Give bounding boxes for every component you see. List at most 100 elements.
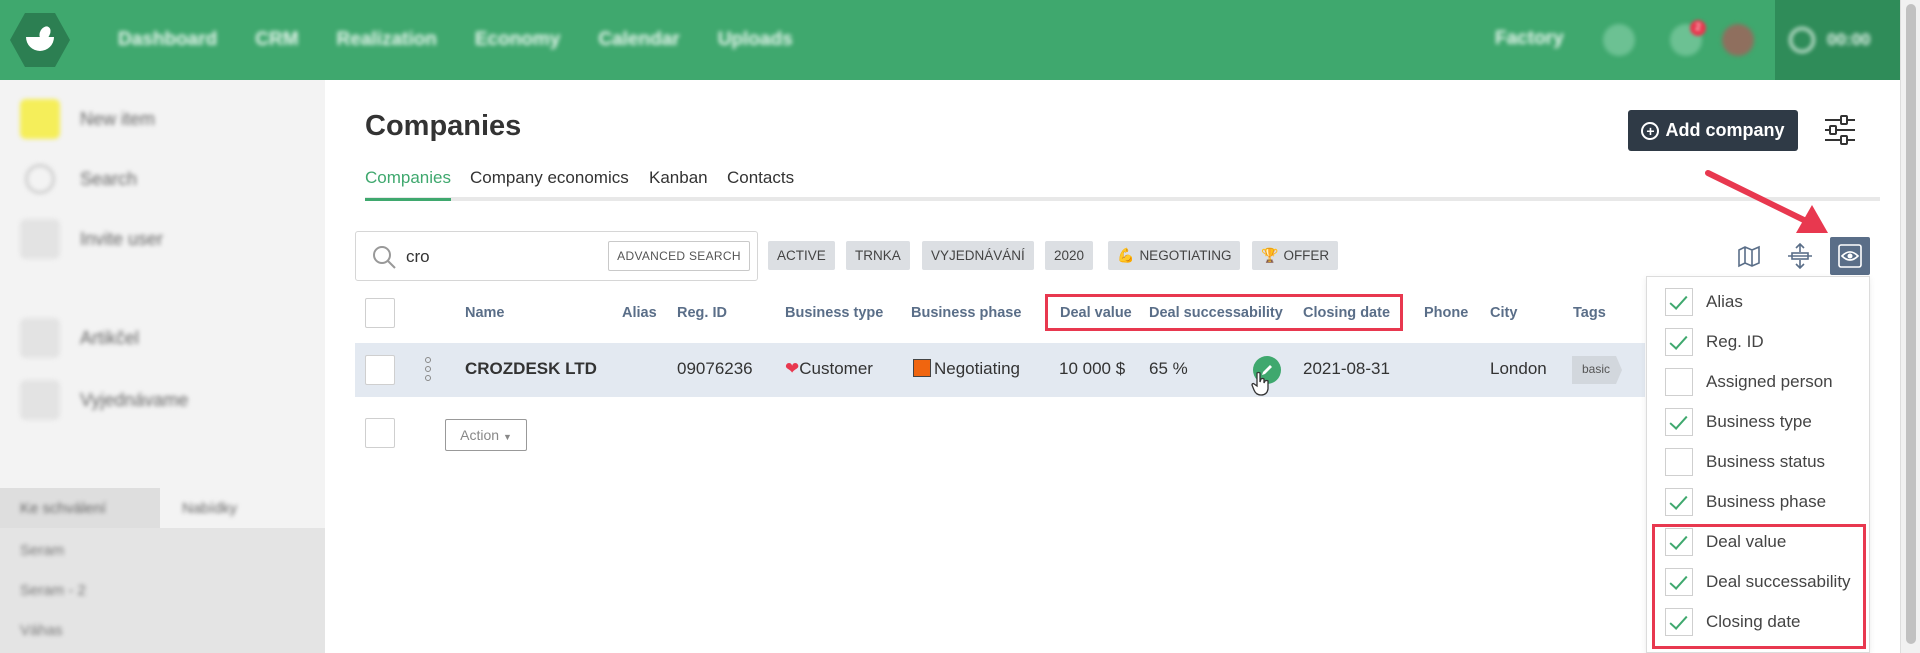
main-nav: Dashboard CRM Realization Economy Calend…: [118, 0, 793, 80]
annotation-arrow: [1705, 170, 1828, 233]
column-header-business-phase[interactable]: Business phase: [911, 305, 1021, 321]
sidebar-item-label: Artikčel: [80, 327, 140, 348]
checkmark-icon: [1669, 491, 1688, 510]
column-toggle-label: Business status: [1706, 452, 1826, 471]
filter-chip-negotiating[interactable]: 💪 NEGOTIATING: [1108, 241, 1241, 270]
filter-chip-vyjednavani[interactable]: VYJEDNÁVÁNÍ: [922, 241, 1034, 270]
table-row[interactable]: CROZDESK LTD 09076236 ❤Customer Negotiat…: [355, 343, 1645, 397]
timer-box[interactable]: 00:00: [1775, 0, 1900, 80]
select-all-checkbox[interactable]: [365, 298, 395, 328]
factory-selector[interactable]: Factory: [1495, 28, 1564, 50]
column-header-alias[interactable]: Alias: [622, 305, 657, 321]
column-header-tags[interactable]: Tags: [1573, 305, 1606, 321]
cell-business-type: ❤Customer: [785, 359, 873, 379]
list-item[interactable]: Seram - 2: [20, 582, 86, 599]
page-scrollbar[interactable]: [1900, 0, 1920, 653]
sidebar-item-new[interactable]: New item: [20, 99, 155, 139]
sidebar-item-vyjednavame[interactable]: Vyjednávame: [20, 380, 188, 420]
eye-icon: [1838, 244, 1862, 268]
map-icon[interactable]: [1730, 237, 1770, 275]
add-company-button[interactable]: + Add company: [1628, 110, 1798, 151]
checkmark-icon: [1669, 291, 1688, 310]
cell-reg-id: 09076236: [677, 359, 753, 378]
avatar[interactable]: [1722, 24, 1754, 56]
row-menu-icon[interactable]: [425, 357, 431, 381]
globe-icon[interactable]: [1603, 24, 1635, 56]
highlight-header-columns: [1045, 294, 1403, 331]
logo-bowl-icon: [26, 37, 54, 51]
plus-circle-icon: +: [1641, 121, 1660, 140]
sidebar: New item Search Invite user Artikčel Vyj…: [0, 80, 325, 653]
column-visibility-button[interactable]: [1830, 237, 1870, 275]
tab-company-economics[interactable]: Company economics: [470, 168, 629, 201]
top-navbar: Dashboard CRM Realization Economy Calend…: [0, 0, 1900, 80]
nav-economy[interactable]: Economy: [475, 29, 561, 51]
column-toggle-business-type[interactable]: Business type: [1665, 407, 1812, 437]
row-checkbox[interactable]: [365, 355, 395, 385]
column-toggle-label: Alias: [1706, 292, 1743, 311]
phase-color-swatch: [913, 359, 931, 377]
heart-icon: ❤: [785, 359, 800, 378]
column-toggle-business-status[interactable]: Business status: [1665, 447, 1825, 477]
column-toggle-business-phase[interactable]: Business phase: [1665, 487, 1826, 517]
section-tabs: Companies Company economics Kanban Conta…: [365, 168, 1880, 201]
row-height-icon[interactable]: [1780, 237, 1820, 275]
column-toggle-assigned-person[interactable]: Assigned person: [1665, 367, 1833, 397]
filter-chip-offer[interactable]: 🏆 OFFER: [1252, 241, 1339, 270]
filter-chip-active[interactable]: ACTIVE: [768, 241, 835, 270]
sidebar-lower-list: Seram Seram - 2 Váhas: [0, 528, 325, 653]
column-toggle-label: Assigned person: [1706, 372, 1833, 391]
chip-label: ACTIVE: [777, 248, 826, 263]
column-checkbox[interactable]: [1665, 408, 1693, 436]
hand-cursor-icon: [1251, 371, 1269, 396]
cell-closing-date: 2021-08-31: [1303, 359, 1390, 378]
column-toggle-alias[interactable]: Alias: [1665, 287, 1743, 317]
tab-contacts[interactable]: Contacts: [727, 168, 794, 201]
column-checkbox[interactable]: [1665, 288, 1693, 316]
action-dropdown[interactable]: Action ▼: [445, 419, 527, 451]
sidebar-tabs: Ke schválení Nabídky: [0, 488, 325, 528]
column-header-reg-id[interactable]: Reg. ID: [677, 305, 727, 321]
sidebar-tab-approval[interactable]: Ke schválení: [0, 488, 160, 528]
add-company-label: Add company: [1665, 120, 1785, 140]
sidebar-item-invite[interactable]: Invite user: [20, 219, 163, 259]
chip-label: TRNKA: [855, 248, 901, 263]
nav-uploads[interactable]: Uploads: [718, 29, 793, 51]
filter-chip-trnka[interactable]: TRNKA: [846, 241, 910, 270]
app-logo[interactable]: [10, 13, 70, 67]
tab-kanban[interactable]: Kanban: [649, 168, 708, 201]
company-name-link[interactable]: CROZDESK LTD: [465, 359, 597, 379]
stopwatch-icon: [1789, 27, 1815, 53]
tag-badge[interactable]: basic: [1572, 356, 1623, 384]
advanced-search-button[interactable]: ADVANCED SEARCH: [608, 241, 750, 271]
action-label: Action: [460, 427, 500, 443]
column-checkbox[interactable]: [1665, 368, 1693, 396]
nav-calendar[interactable]: Calendar: [598, 29, 679, 51]
nav-dashboard[interactable]: Dashboard: [118, 29, 217, 51]
column-header-phone[interactable]: Phone: [1424, 305, 1468, 321]
tab-companies[interactable]: Companies: [365, 168, 451, 201]
chip-label: 2020: [1054, 248, 1085, 263]
search-input[interactable]: [406, 244, 586, 270]
column-checkbox[interactable]: [1665, 328, 1693, 356]
column-header-name[interactable]: Name: [465, 305, 505, 321]
bulk-select-checkbox[interactable]: [365, 418, 395, 448]
flexed-arm-icon: 💪: [1117, 247, 1135, 263]
filter-chip-2020[interactable]: 2020: [1045, 241, 1094, 270]
scrollbar-thumb[interactable]: [1906, 4, 1916, 644]
column-checkbox[interactable]: [1665, 488, 1693, 516]
sidebar-item-artikcel[interactable]: Artikčel: [20, 318, 139, 358]
list-item[interactable]: Seram: [20, 542, 64, 559]
list-item[interactable]: Váhas: [20, 622, 63, 639]
nav-realization[interactable]: Realization: [337, 29, 437, 51]
column-header-city[interactable]: City: [1490, 305, 1517, 321]
user-plus-icon: [20, 219, 60, 259]
column-checkbox[interactable]: [1665, 448, 1693, 476]
sidebar-tab-offers[interactable]: Nabídky: [160, 488, 325, 528]
sliders-icon[interactable]: [1822, 112, 1858, 148]
sidebar-item-search[interactable]: Search: [20, 159, 137, 199]
column-header-business-type[interactable]: Business type: [785, 305, 883, 321]
nav-crm[interactable]: CRM: [255, 29, 298, 51]
column-toggle-reg-id[interactable]: Reg. ID: [1665, 327, 1764, 357]
sidebar-tab-label: Nabídky: [182, 500, 238, 517]
